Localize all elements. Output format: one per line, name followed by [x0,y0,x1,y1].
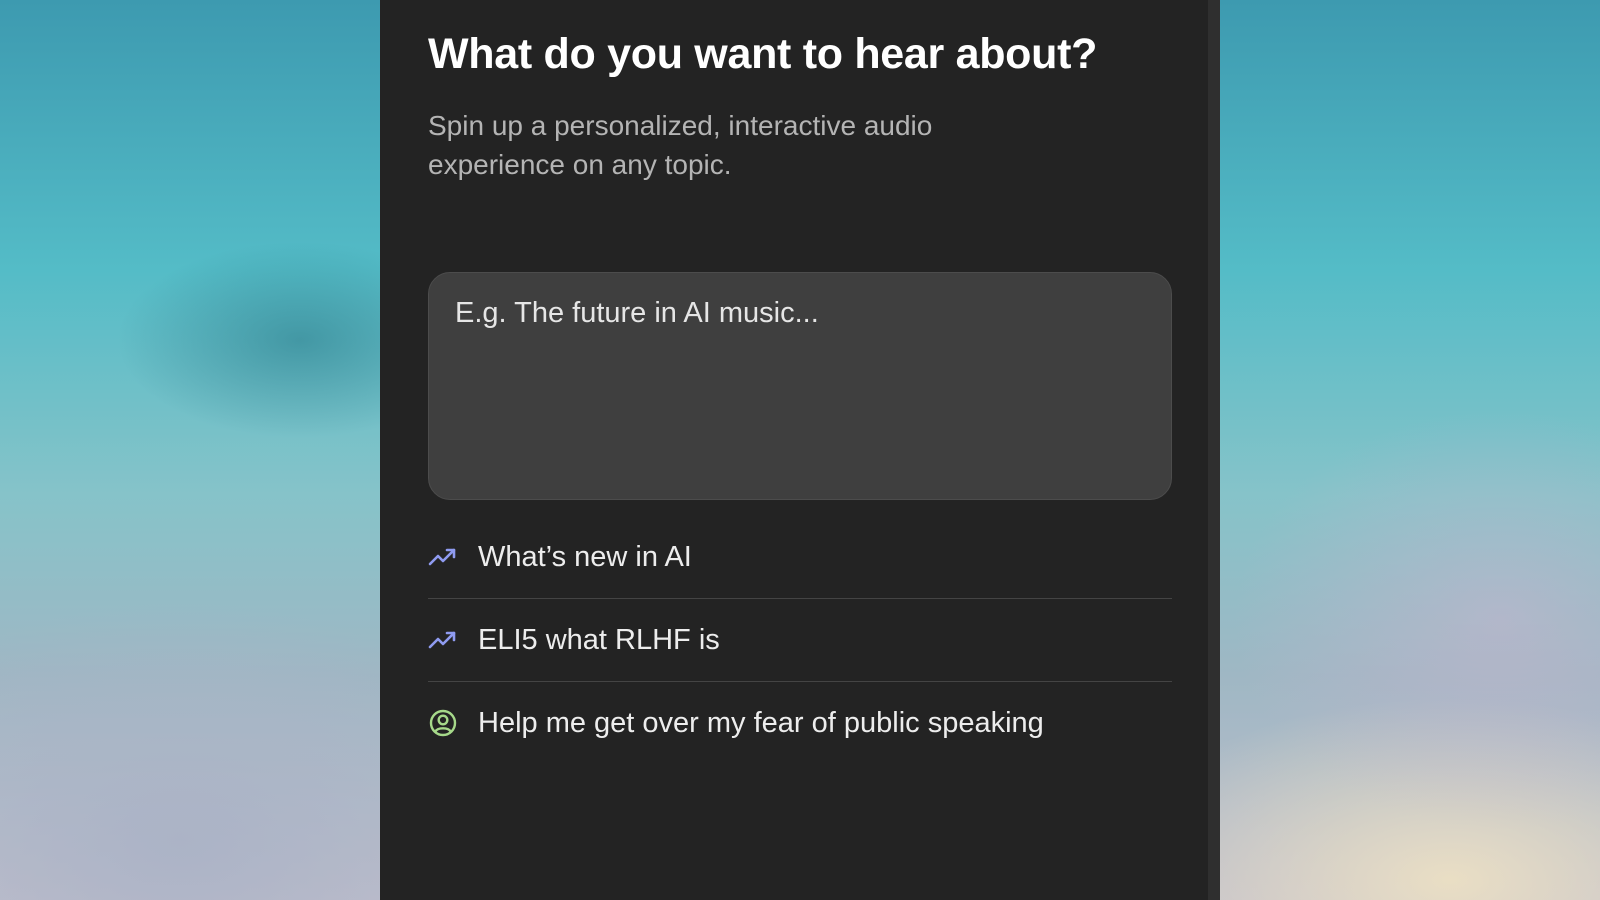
suggestion-label: ELI5 what RLHF is [478,623,720,656]
topic-input[interactable] [455,297,1145,475]
suggestion-label: Help me get over my fear of public speak… [478,706,1044,739]
page-title: What do you want to hear about? [428,30,1098,78]
trending-up-icon [428,625,458,655]
person-circle-icon [428,708,458,738]
suggestion-item-eli5-rlhf[interactable]: ELI5 what RLHF is [428,599,1172,682]
page-subtitle: Spin up a personalized, interactive audi… [428,110,933,180]
suggestion-item-whats-new-in-ai[interactable]: What’s new in AI [428,516,1172,599]
suggestion-label: What’s new in AI [478,540,692,573]
topic-input-container[interactable] [428,272,1172,500]
suggestion-list: What’s new in AI ELI5 what RLHF is Help … [428,516,1172,764]
suggestion-item-public-speaking[interactable]: Help me get over my fear of public speak… [428,682,1172,764]
trending-up-icon [428,542,458,572]
app-panel: What do you want to hear about? Spin up … [380,0,1220,900]
